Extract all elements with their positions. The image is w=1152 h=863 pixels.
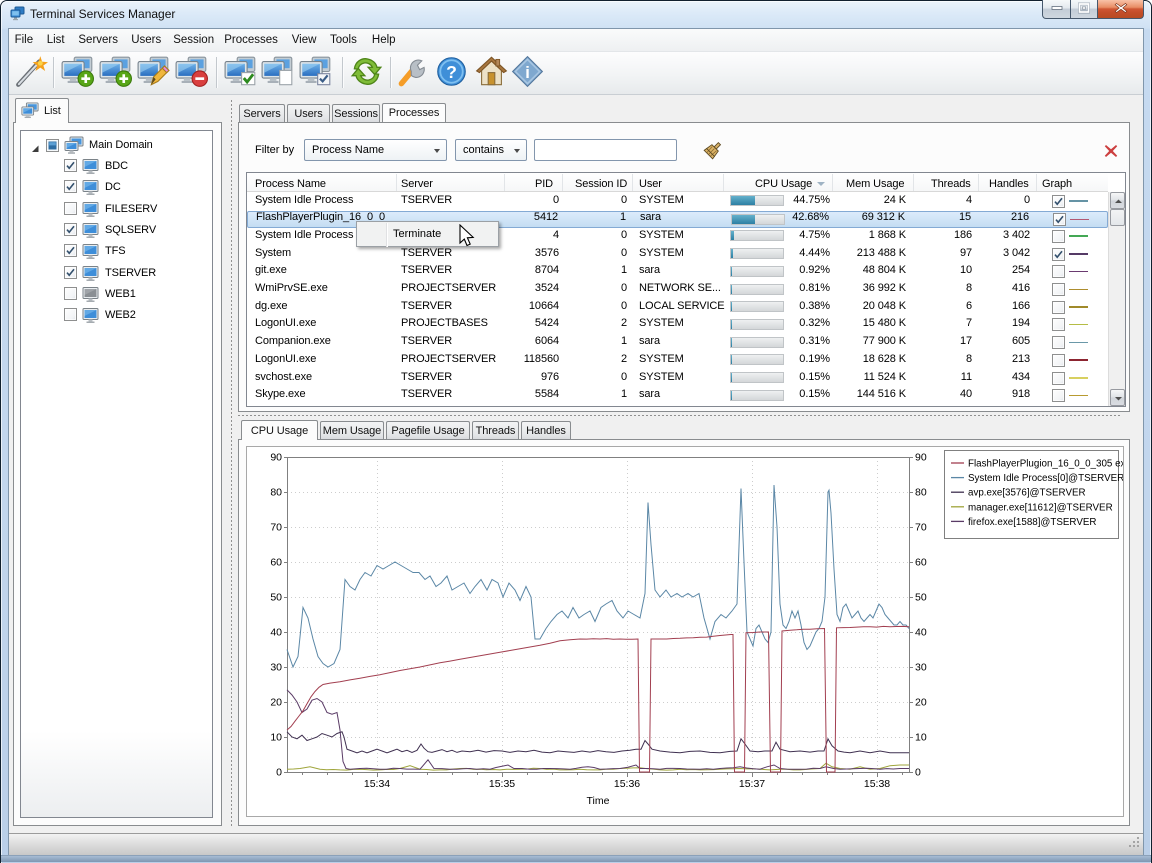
svg-text:90: 90 (915, 452, 927, 464)
svg-text:15:34: 15:34 (364, 778, 390, 790)
svg-text:80: 80 (915, 487, 927, 499)
svg-text:20: 20 (270, 697, 282, 709)
svg-text:30: 30 (270, 662, 282, 674)
svg-text:?: ? (446, 62, 457, 82)
svg-text:0: 0 (915, 767, 921, 779)
svg-text:15:38: 15:38 (864, 778, 890, 790)
svg-text:FlashPlayerPlugion_16_0_0_305: FlashPlayerPlugion_16_0_0_305 ex (968, 459, 1123, 470)
svg-text:firefox.exe[1588]@TSERVER: firefox.exe[1588]@TSERVER (968, 517, 1096, 528)
svg-text:0: 0 (276, 767, 282, 779)
svg-text:70: 70 (915, 522, 927, 534)
svg-text:i: i (525, 64, 530, 82)
svg-text:avp.exe[3576]@TSERVER: avp.exe[3576]@TSERVER (968, 488, 1086, 499)
svg-text:60: 60 (915, 557, 927, 569)
svg-text:15:36: 15:36 (614, 778, 640, 790)
svg-text:15:37: 15:37 (739, 778, 765, 790)
svg-text:20: 20 (915, 697, 927, 709)
svg-text:50: 50 (915, 592, 927, 604)
svg-text:70: 70 (270, 522, 282, 534)
svg-text:System Idle Process[0]@TSERVER: System Idle Process[0]@TSERVER (968, 473, 1123, 484)
svg-text:40: 40 (270, 627, 282, 639)
svg-text:40: 40 (915, 627, 927, 639)
svg-text:80: 80 (270, 487, 282, 499)
svg-text:50: 50 (270, 592, 282, 604)
svg-text:10: 10 (270, 732, 282, 744)
svg-text:30: 30 (915, 662, 927, 674)
svg-text:Time: Time (587, 795, 610, 807)
svg-text:60: 60 (270, 557, 282, 569)
svg-text:90: 90 (270, 452, 282, 464)
svg-text:manager.exe[11612]@TSERVER: manager.exe[11612]@TSERVER (968, 502, 1113, 513)
svg-text:10: 10 (915, 732, 927, 744)
svg-text:15:35: 15:35 (489, 778, 515, 790)
